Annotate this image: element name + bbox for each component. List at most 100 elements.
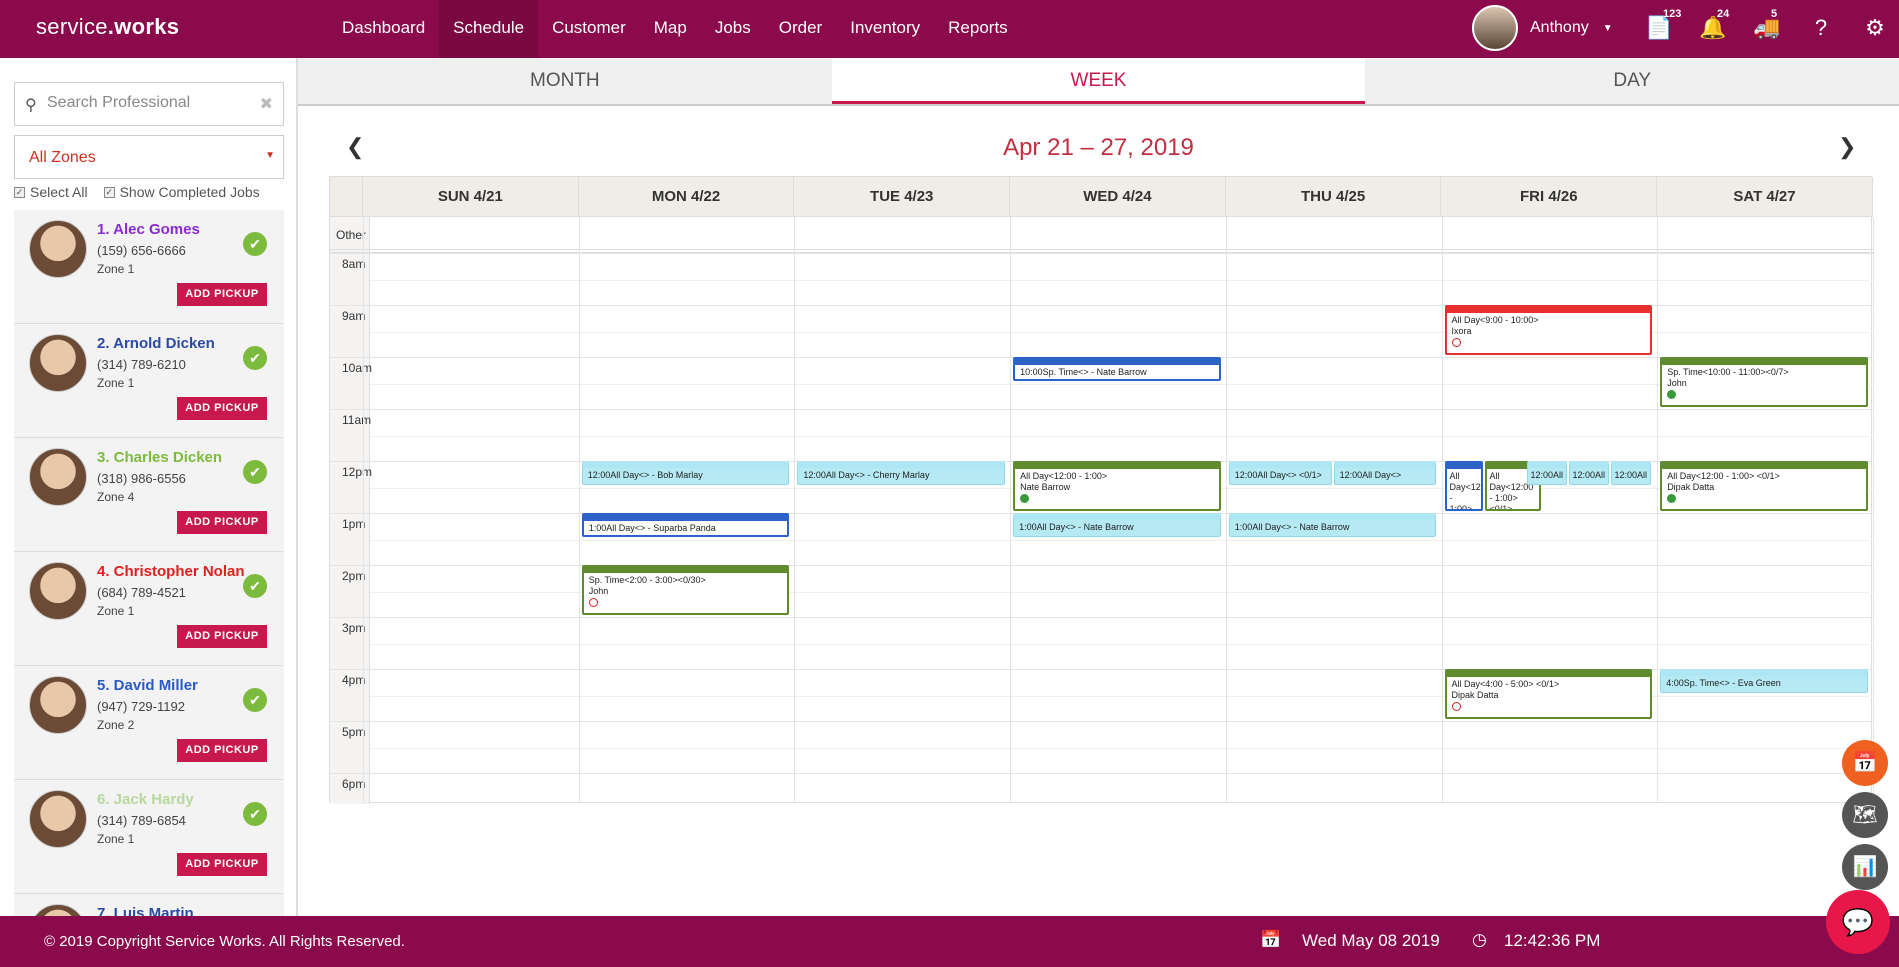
professional-card[interactable]: 1. Alec Gomes (159) 656-6666 Zone 1 ✔ ADD PI…: [14, 210, 284, 324]
professional-name[interactable]: 7. Luis Martin: [97, 905, 194, 916]
add-pickup-button[interactable]: ADD PICKUP: [177, 397, 267, 420]
professional-phone: (314) 789-6210: [97, 357, 186, 372]
professional-name[interactable]: 4. Christopher Nolan: [97, 563, 245, 580]
professional-zone: Zone 1: [97, 262, 135, 276]
calendar-event[interactable]: 12:00All: [1568, 461, 1609, 485]
nav-schedule[interactable]: Schedule: [439, 0, 539, 58]
event-title: 12:00All: [1572, 470, 1606, 480]
avatar: [29, 790, 87, 848]
event-title: All Day<12:00 - 1:00>: [1020, 471, 1108, 481]
map-fab-button[interactable]: 🗺: [1842, 792, 1888, 838]
add-pickup-button[interactable]: ADD PICKUP: [177, 853, 267, 876]
nav-map[interactable]: Map: [640, 0, 701, 58]
calendar-event[interactable]: All Day<9:00 - 10:00> Ixora: [1444, 305, 1653, 355]
tab-month[interactable]: MONTH: [298, 58, 832, 104]
professional-card[interactable]: 7. Luis Martin: [14, 894, 284, 916]
zone-select[interactable]: All Zones ▼: [14, 135, 284, 179]
half-hour-line: [370, 644, 1873, 645]
day-header: SUN 4/21: [363, 177, 579, 216]
other-row: Other: [330, 217, 1873, 253]
truck-icon[interactable]: 🚚 5: [1740, 8, 1794, 46]
calendar-event[interactable]: Sp. Time<2:00 - 3:00><0/30> John: [581, 565, 790, 615]
professional-card[interactable]: 3. Charles Dicken (318) 986-6556 Zone 4 ✔ AD…: [14, 438, 284, 552]
help-icon-glyph: ?: [1814, 15, 1828, 40]
nav-customer[interactable]: Customer: [538, 0, 640, 58]
tab-week[interactable]: WEEK: [831, 58, 1366, 104]
select-all-checkbox[interactable]: ✓ Select All: [14, 184, 88, 200]
calendar-event[interactable]: All Day<12:00 - 1:00>: [1444, 461, 1483, 511]
professional-name[interactable]: 5. David Miller: [97, 677, 198, 694]
user-menu[interactable]: Anthony ▼: [1472, 5, 1613, 51]
show-completed-checkbox[interactable]: ✓ Show Completed Jobs: [103, 184, 260, 200]
calendar-event[interactable]: 12:00All Day<>: [1333, 461, 1437, 485]
calendar-event[interactable]: All Day<4:00 - 5:00> <0/1> Dipak Datta: [1444, 669, 1653, 719]
event-name: John: [588, 586, 609, 596]
search-icon: ⚲: [25, 97, 37, 114]
other-label: Other: [336, 228, 367, 242]
hour-row: 11am: [330, 409, 1873, 461]
event-title: 1:00All Day<> - Nate Barrow: [1019, 522, 1134, 532]
calendar-event[interactable]: 12:00All: [1526, 461, 1567, 485]
calendar-event[interactable]: All Day<12:00 - 1:00> Nate Barrow: [1013, 461, 1221, 511]
calendar-event[interactable]: 1:00All Day<> - Nate Barrow: [1228, 513, 1437, 537]
calendar-event[interactable]: 1:00All Day<> - Suparba Panda: [581, 513, 790, 537]
search-input[interactable]: ⚲ Search Professional ✖: [14, 82, 284, 126]
professional-zone: Zone 4: [97, 490, 135, 504]
day-header: THU 4/25: [1226, 177, 1442, 216]
professional-card[interactable]: 2. Arnold Dicken (314) 789-6210 Zone 1 ✔ ADD…: [14, 324, 284, 438]
calendar-event[interactable]: All Day<12:00 - 1:00> <0/1> Dipak Datta: [1660, 461, 1868, 511]
check-icon: ✔: [243, 802, 267, 826]
badge-count: 5: [1771, 8, 1778, 20]
help-icon[interactable]: ?: [1794, 10, 1848, 46]
calendar-event[interactable]: 12:00All Day<> - Cherry Marlay: [797, 461, 1006, 485]
professional-name[interactable]: 3. Charles Dicken: [97, 449, 222, 466]
logo[interactable]: service.works: [36, 14, 179, 40]
nav-inventory[interactable]: Inventory: [836, 0, 934, 58]
calendar-event[interactable]: 12:00All Day<> - Bob Marlay: [581, 461, 790, 485]
hour-label: 3pm: [342, 621, 366, 635]
calendar-event[interactable]: 10:00Sp. Time<> - Nate Barrow: [1013, 357, 1221, 381]
chevron-right-icon[interactable]: ❯: [1838, 134, 1856, 160]
calendar-event[interactable]: 4:00Sp. Time<> - Eva Green: [1660, 669, 1868, 693]
status-ok-icon: [1667, 494, 1677, 504]
professional-card[interactable]: 5. David Miller (947) 729-1192 Zone 2 ✔ ADD …: [14, 666, 284, 780]
column-line: [1872, 217, 1874, 804]
professional-name[interactable]: 6. Jack Hardy: [97, 791, 194, 808]
avatar: [1472, 5, 1518, 51]
event-title: 12:00All Day<> - Bob Marlay: [587, 470, 703, 480]
add-pickup-button[interactable]: ADD PICKUP: [177, 283, 267, 306]
clear-icon[interactable]: ✖: [260, 94, 273, 114]
top-icons: 📄 123 🔔 24 🚚 5? ⚙: [1632, 8, 1899, 46]
nav-jobs[interactable]: Jobs: [701, 0, 765, 58]
chart-fab-button[interactable]: 📊: [1842, 844, 1888, 890]
professional-phone: (159) 656-6666: [97, 243, 186, 258]
hour-label: 1pm: [342, 517, 366, 531]
calendar-event[interactable]: 1:00All Day<> - Nate Barrow: [1013, 513, 1221, 537]
calendar-event[interactable]: Sp. Time<10:00 - 11:00><0/7> John: [1660, 357, 1868, 407]
add-pickup-button[interactable]: ADD PICKUP: [177, 739, 267, 762]
nav-order[interactable]: Order: [765, 0, 836, 58]
week-calendar: SUN 4/21 MON 4/22 TUE 4/23 WED 4/24 THU 4/25…: [329, 176, 1874, 804]
user-name: Anthony: [1530, 19, 1589, 36]
bell-icon[interactable]: 🔔 24: [1686, 8, 1740, 46]
calendar-event[interactable]: 12:00All: [1610, 461, 1651, 485]
gear-icon[interactable]: ⚙: [1848, 10, 1899, 46]
event-title: 12:00All Day<>: [1339, 470, 1402, 480]
po-icon[interactable]: 📄 123: [1632, 8, 1686, 46]
professional-name[interactable]: 2. Arnold Dicken: [97, 335, 215, 352]
calendar-event[interactable]: 12:00All Day<> <0/1>: [1228, 461, 1332, 485]
event-name: Dipak Datta: [1667, 482, 1715, 492]
check-icon: ✔: [243, 346, 267, 370]
tab-day[interactable]: DAY: [1365, 58, 1899, 104]
chat-button[interactable]: 💬: [1826, 890, 1890, 954]
nav-dashboard[interactable]: Dashboard: [328, 0, 439, 58]
add-pickup-button[interactable]: ADD PICKUP: [177, 511, 267, 534]
half-hour-line: [370, 384, 1873, 385]
add-pickup-button[interactable]: ADD PICKUP: [177, 625, 267, 648]
nav-reports[interactable]: Reports: [934, 0, 1022, 58]
calendar-fab-button[interactable]: 📅: [1842, 740, 1888, 786]
professional-card[interactable]: 6. Jack Hardy (314) 789-6854 Zone 1 ✔ ADD PI…: [14, 780, 284, 894]
check-icon: ✔: [243, 688, 267, 712]
professional-name[interactable]: 1. Alec Gomes: [97, 221, 200, 238]
professional-card[interactable]: 4. Christopher Nolan (684) 789-4521 Zone 1…: [14, 552, 284, 666]
